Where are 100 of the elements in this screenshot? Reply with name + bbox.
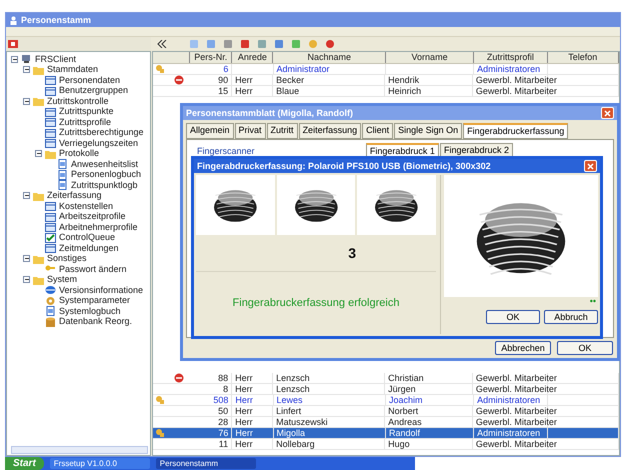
tree-toggle[interactable] [23, 276, 30, 284]
tree-item[interactable]: Zutrittsprofile [59, 118, 112, 127]
table-cell: Hendrik [388, 76, 420, 84]
panel-close-icon [8, 40, 18, 48]
close-button[interactable] [601, 107, 614, 119]
table-icon [45, 212, 56, 222]
table-cell: Norbert [388, 406, 418, 416]
table-cell: Administratoren [477, 428, 540, 438]
column-header[interactable]: Telefon [548, 52, 620, 63]
window-title: Personenstamm [21, 16, 92, 24]
tab[interactable]: Allgemein [186, 123, 234, 139]
table-cell: 28 [218, 418, 228, 426]
checkmark-icon [45, 232, 56, 243]
tree-toggle[interactable] [23, 192, 30, 200]
table-cell: Herr [235, 418, 253, 426]
tree-item[interactable]: Sonstiges [47, 254, 87, 264]
tree-item[interactable]: Passwort ändern [59, 264, 127, 274]
tree-item[interactable]: Zutrittspunktlogb [71, 180, 138, 190]
tab[interactable]: Single Sign On [394, 123, 462, 139]
table-cell: Migolla [276, 428, 306, 438]
tree-item[interactable]: Personendaten [59, 76, 120, 85]
table-row[interactable]: 8 Herr Lenzsch Jürgen Gewerbl. Mitarbeiter [153, 384, 619, 395]
tree-item[interactable]: Zutrittskontrolle [47, 96, 109, 106]
tab[interactable]: Fingerabdruckerfassung [463, 123, 568, 139]
tree-item[interactable]: Anwesenheitslist [71, 160, 138, 169]
dialog-button[interactable]: OK [557, 341, 613, 355]
start-button[interactable]: Start [5, 457, 44, 470]
table-cell: Christian [388, 374, 424, 382]
table-cell: 508 [213, 396, 228, 404]
column-header[interactable]: Vorname [386, 52, 474, 63]
tree-toggle[interactable] [11, 56, 18, 63]
tree-item[interactable]: ControlQueue [59, 233, 116, 242]
table-cell: Herr [235, 76, 253, 84]
tab[interactable]: Privat [234, 123, 266, 139]
gear-icon [45, 296, 56, 306]
tab[interactable]: Client [362, 123, 394, 139]
dialog-button[interactable]: OK [486, 310, 540, 324]
column-header[interactable]: Nachname [273, 52, 386, 63]
table-cell: Gewerbl. Mitarbeiter [476, 374, 557, 382]
tree-item[interactable]: Stammdaten [47, 65, 98, 74]
dialog-button[interactable]: Abbrechen [495, 341, 551, 355]
tree-item[interactable]: Arbeitszeitprofile [59, 212, 126, 222]
tree-item[interactable]: Personenlogbuch [71, 170, 142, 180]
table-cell: Gewerbl. Mitarbeiter [476, 406, 557, 416]
tree-item[interactable]: Benutzergruppen [59, 86, 128, 96]
tree-item[interactable]: Zutrittsberechtigunge [59, 128, 144, 138]
tree-item[interactable]: Datenbank Reorg. [59, 317, 132, 326]
table-row[interactable]: 28 Herr Matuszewski Andreas Gewerbl. Mitarbeiter [153, 417, 619, 428]
computer-icon [21, 54, 32, 64]
close-button[interactable] [584, 160, 597, 172]
tree-item[interactable]: Zutrittspunkte [59, 107, 114, 116]
table-row[interactable]: 508 Herr Lewes Joachim Administratoren [153, 395, 619, 406]
table-cell: 6 [223, 64, 228, 74]
tree-item[interactable]: Verriegelungszeiten [59, 138, 138, 148]
tree-item[interactable]: Systemparameter [59, 296, 130, 306]
tree-toggle[interactable] [23, 66, 30, 74]
progress-indicator: •• [590, 297, 596, 306]
table-cell: Gewerbl. Mitarbeiter [476, 418, 557, 426]
tab[interactable]: Zeiterfassung [298, 123, 362, 139]
table-cell: 88 [218, 374, 228, 382]
table-row[interactable]: 50 Herr Linfert Norbert Gewerbl. Mitarbeiter [153, 406, 619, 417]
table-cell: 15 [218, 86, 228, 96]
table-cell: Becker [276, 76, 304, 84]
tree-item[interactable]: Zeiterfassung [47, 191, 102, 200]
table-cell: 8 [223, 384, 228, 394]
collapse-icon[interactable] [157, 40, 167, 48]
tree-item[interactable]: Arbeitnehmerprofile [59, 222, 138, 232]
table-cell: Randolf [389, 428, 420, 438]
tree-item[interactable]: Kostenstellen [59, 202, 114, 211]
tree-toggle[interactable] [23, 255, 30, 262]
column-header[interactable]: Pers-Nr. [190, 52, 232, 63]
table-row[interactable]: 76 Herr Migolla Randolf Administratoren [153, 428, 619, 439]
column-header[interactable]: Zutrittsprofil [474, 52, 548, 63]
tree-item[interactable]: Protokolle [59, 149, 100, 158]
horizontal-scrollbar[interactable] [11, 446, 148, 454]
table-icon [45, 75, 56, 86]
table-row[interactable]: 88 Herr Lenzsch Christian Gewerbl. Mitarbeiter [153, 373, 619, 384]
key-icon [155, 64, 165, 74]
status-message: Fingerabruckerfassung erfolgreich [232, 296, 400, 311]
tree-item[interactable]: Zeitmeldungen [59, 244, 119, 253]
table-row[interactable]: 11 Herr Nollebarg Hugo Gewerbl. Mitarbeiter [153, 439, 619, 450]
tree-item[interactable]: System [47, 275, 78, 284]
table-row[interactable]: 15 Herr Blaue Heinrich Gewerbl. Mitarbeiter [153, 86, 619, 97]
table-row[interactable]: 90 Herr Becker Hendrik Gewerbl. Mitarbeiter [153, 75, 619, 86]
tree-toggle[interactable] [23, 98, 30, 105]
column-header[interactable]: Anrede [232, 52, 274, 63]
table-cell: Herr [235, 428, 253, 438]
person-icon [9, 16, 18, 24]
tab[interactable]: Zutritt [266, 123, 298, 139]
tree-item[interactable]: FRSClient [35, 54, 76, 64]
table-row[interactable]: 6 Administrator Administratoren [153, 64, 619, 75]
tree-toggle[interactable] [35, 150, 42, 158]
tree-item[interactable]: Systemlogbuch [59, 306, 121, 316]
taskbar-button[interactable]: Frssetup V1.0.0.0 [50, 458, 150, 469]
table-cell: Herr [235, 406, 253, 416]
table-cell: Andreas [388, 418, 422, 426]
table-cell: Herr [235, 396, 253, 404]
taskbar-button[interactable]: Personenstamm [156, 458, 256, 469]
tree-item[interactable]: Versionsinformatione [59, 286, 144, 295]
dialog-button[interactable]: Abbruch [544, 310, 598, 324]
